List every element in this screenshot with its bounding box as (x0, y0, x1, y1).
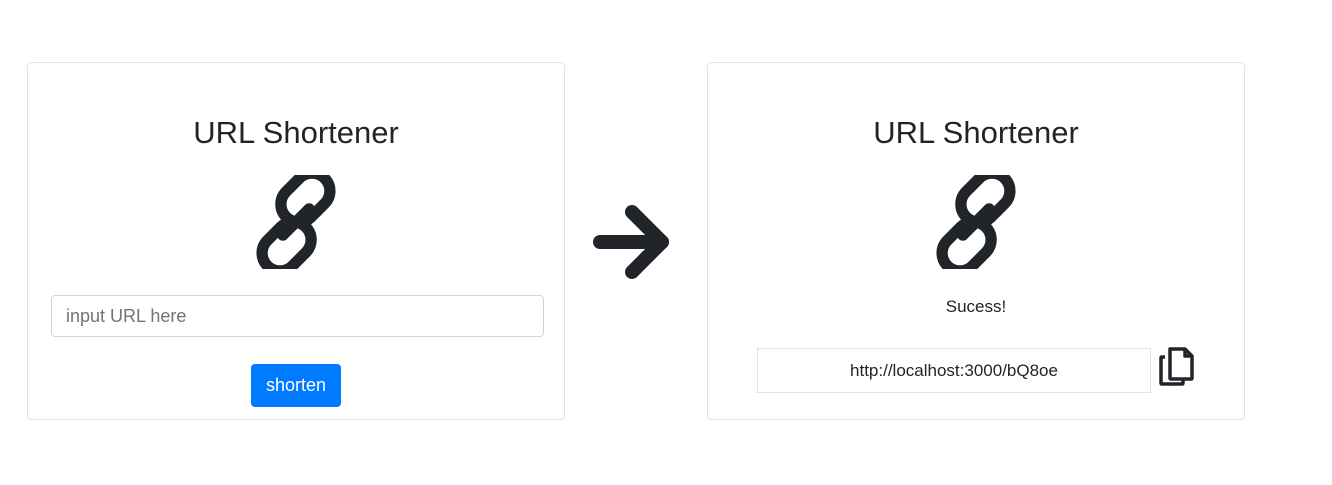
shorten-button[interactable]: shorten (251, 364, 341, 407)
short-url-text: http://localhost:3000/bQ8oe (850, 360, 1058, 380)
url-input[interactable] (51, 295, 544, 337)
short-url-output[interactable]: http://localhost:3000/bQ8oe (757, 348, 1151, 393)
card-title: URL Shortener (193, 115, 399, 150)
card-title: URL Shortener (873, 115, 1079, 150)
shortener-input-card: URL Shortener shorten (27, 62, 565, 420)
shortener-result-card: URL Shortener Sucess! http://localhost:3… (707, 62, 1245, 420)
arrow-right-icon (593, 205, 669, 279)
status-message: Sucess! (945, 297, 1007, 316)
link-icon (256, 175, 336, 269)
copy-icon[interactable] (1159, 347, 1195, 387)
link-icon (936, 175, 1016, 269)
